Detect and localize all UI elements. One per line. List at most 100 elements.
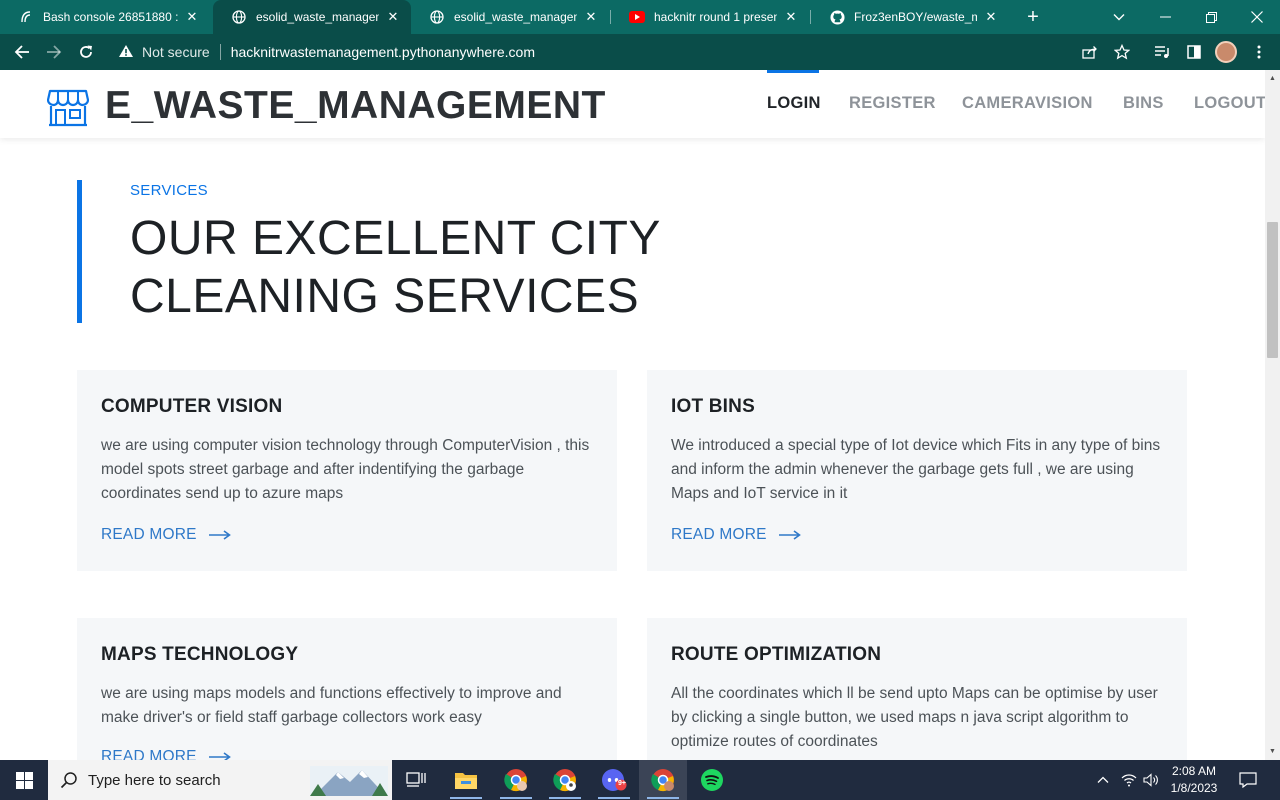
site-brand[interactable]: E_WASTE_MANAGEMENT bbox=[105, 84, 606, 128]
url-text[interactable]: hacknitrwastemanagement.pythonanywhere.c… bbox=[231, 44, 535, 60]
service-card-maps-technology: MAPS TECHNOLOGY we are using maps models… bbox=[77, 618, 617, 760]
warning-icon[interactable] bbox=[118, 44, 134, 61]
search-icon bbox=[60, 772, 77, 789]
page-viewport: E_WASTE_MANAGEMENT LOGIN REGISTER CAMERA… bbox=[0, 70, 1265, 760]
tab-esolid-active[interactable]: esolid_waste_management ✕ bbox=[213, 0, 411, 34]
tab-title: Bash console 26851880 : bbox=[43, 10, 178, 24]
chrome-active-button[interactable] bbox=[639, 760, 687, 800]
scroll-down-arrow-icon[interactable]: ▼ bbox=[1268, 747, 1277, 756]
taskbar-search-box[interactable]: Type here to search bbox=[48, 760, 392, 800]
arrow-right-icon bbox=[208, 530, 231, 540]
nav-register[interactable]: REGISTER bbox=[849, 94, 936, 113]
taskbar-clock[interactable]: 2:08 AM 1/8/2023 bbox=[1160, 763, 1228, 797]
restore-button[interactable] bbox=[1188, 0, 1234, 34]
page-scrollbar[interactable]: ▲ ▼ bbox=[1265, 70, 1280, 760]
read-more-link[interactable]: READ MORE bbox=[101, 748, 231, 760]
service-card-route-optimization: ROUTE OPTIMIZATION All the coordinates w… bbox=[647, 618, 1187, 760]
nav-active-indicator bbox=[767, 70, 819, 73]
chrome-icon bbox=[651, 769, 674, 792]
card-text: we are using maps models and functions e… bbox=[101, 685, 562, 726]
close-tab-icon[interactable]: ✕ bbox=[385, 9, 401, 25]
profile-avatar[interactable] bbox=[1215, 41, 1237, 63]
folder-icon bbox=[455, 773, 477, 789]
service-card-computer-vision: COMPUTER VISION we are using computer vi… bbox=[77, 370, 617, 571]
close-tab-icon[interactable]: ✕ bbox=[583, 9, 599, 25]
tab-title: esolid_waste_management bbox=[454, 10, 577, 24]
new-tab-button[interactable]: + bbox=[1022, 6, 1044, 28]
headline-line-1: OUR EXCELLENT CITY bbox=[130, 212, 661, 265]
tab-github[interactable]: Froz3enBOY/ewaste_man ✕ bbox=[811, 0, 1009, 34]
minimize-button[interactable] bbox=[1142, 0, 1188, 34]
chrome-icon bbox=[553, 769, 576, 792]
media-queue-icon[interactable] bbox=[1152, 42, 1172, 62]
tab-search-chevron-icon[interactable] bbox=[1096, 0, 1142, 34]
chrome-icon bbox=[504, 769, 527, 792]
wifi-icon[interactable] bbox=[1118, 760, 1140, 800]
address-bar[interactable]: Not secure hacknitrwastemanagement.pytho… bbox=[108, 37, 1143, 67]
headline-line-2: CLEANING SERVICES bbox=[130, 270, 640, 323]
browser-tab-strip: Bash console 26851880 : ✕ esolid_waste_m… bbox=[0, 0, 1280, 34]
volume-icon[interactable] bbox=[1140, 760, 1162, 800]
tab-title: esolid_waste_management bbox=[256, 10, 379, 24]
chrome-profile-2-button[interactable] bbox=[541, 760, 589, 800]
more-menu-icon[interactable] bbox=[1249, 42, 1269, 62]
spotify-button[interactable] bbox=[688, 760, 736, 800]
nav-login[interactable]: LOGIN bbox=[767, 94, 821, 113]
show-hidden-icons-chevron-icon[interactable] bbox=[1092, 760, 1114, 800]
nav-logout[interactable]: LOGOUT bbox=[1194, 94, 1265, 113]
side-panel-icon[interactable] bbox=[1184, 42, 1204, 62]
spotify-icon bbox=[701, 769, 723, 791]
tab-title: Froz3enBOY/ewaste_man bbox=[854, 10, 977, 24]
card-title: MAPS TECHNOLOGY bbox=[101, 644, 299, 665]
read-more-label: READ MORE bbox=[101, 748, 197, 760]
reload-button[interactable] bbox=[75, 41, 97, 63]
card-text: All the coordinates which ll be send upt… bbox=[671, 685, 1158, 750]
tab-youtube[interactable]: hacknitr round 1 presenta ✕ bbox=[611, 0, 809, 34]
globe-icon bbox=[429, 9, 445, 25]
site-header: E_WASTE_MANAGEMENT LOGIN REGISTER CAMERA… bbox=[0, 70, 1265, 138]
back-button[interactable] bbox=[11, 41, 33, 63]
scrollbar-thumb[interactable] bbox=[1267, 222, 1278, 358]
nav-bins[interactable]: BINS bbox=[1123, 94, 1164, 113]
close-tab-icon[interactable]: ✕ bbox=[184, 9, 200, 25]
close-tab-icon[interactable]: ✕ bbox=[983, 9, 999, 25]
scroll-up-arrow-icon[interactable]: ▲ bbox=[1268, 74, 1277, 83]
forward-button[interactable] bbox=[43, 41, 65, 63]
share-icon[interactable] bbox=[1080, 42, 1100, 62]
chrome-profile-1-button[interactable] bbox=[492, 760, 540, 800]
card-text: We introduced a special type of Iot devi… bbox=[671, 437, 1161, 502]
github-icon bbox=[829, 9, 845, 25]
discord-button[interactable]: 9+ bbox=[590, 760, 638, 800]
read-more-link[interactable]: READ MORE bbox=[671, 526, 801, 544]
arrow-right-icon bbox=[208, 752, 231, 760]
close-window-button[interactable] bbox=[1234, 0, 1280, 34]
close-tab-icon[interactable]: ✕ bbox=[783, 9, 799, 25]
start-button[interactable] bbox=[0, 760, 48, 800]
bookmark-star-icon[interactable] bbox=[1112, 42, 1132, 62]
services-heading-block: SERVICES OUR EXCELLENT CITY CLEANING SER… bbox=[77, 180, 677, 323]
read-more-link[interactable]: READ MORE bbox=[101, 526, 231, 544]
file-explorer-button[interactable] bbox=[442, 760, 490, 800]
windows-taskbar: Type here to search 9+ 2:08 AM 1/8/2023 bbox=[0, 760, 1280, 800]
browser-toolbar: Not secure hacknitrwastemanagement.pytho… bbox=[0, 34, 1280, 70]
task-view-icon bbox=[406, 772, 426, 787]
youtube-icon bbox=[629, 9, 645, 25]
pythonanywhere-icon bbox=[18, 9, 34, 25]
section-headline: OUR EXCELLENT CITY CLEANING SERVICES bbox=[130, 210, 661, 326]
task-view-button[interactable] bbox=[392, 760, 440, 800]
tab-esolid[interactable]: esolid_waste_management ✕ bbox=[411, 0, 609, 34]
tab-bash-console[interactable]: Bash console 26851880 : ✕ bbox=[0, 0, 210, 34]
read-more-label: READ MORE bbox=[671, 526, 767, 543]
service-card-iot-bins: IOT BINS We introduced a special type of… bbox=[647, 370, 1187, 571]
card-title: IOT BINS bbox=[671, 396, 755, 417]
arrow-right-icon bbox=[778, 530, 801, 540]
search-placeholder: Type here to search bbox=[88, 771, 221, 789]
nav-cameravision[interactable]: CAMERAVISION bbox=[962, 94, 1093, 113]
card-title: ROUTE OPTIMIZATION bbox=[671, 644, 882, 665]
security-label[interactable]: Not secure bbox=[142, 44, 210, 60]
notification-icon[interactable] bbox=[1236, 760, 1260, 800]
windows-logo-icon bbox=[15, 771, 33, 789]
search-highlight-mountain-icon bbox=[310, 766, 388, 796]
store-logo-icon[interactable] bbox=[46, 87, 90, 127]
discord-badge: 9+ bbox=[618, 780, 626, 787]
